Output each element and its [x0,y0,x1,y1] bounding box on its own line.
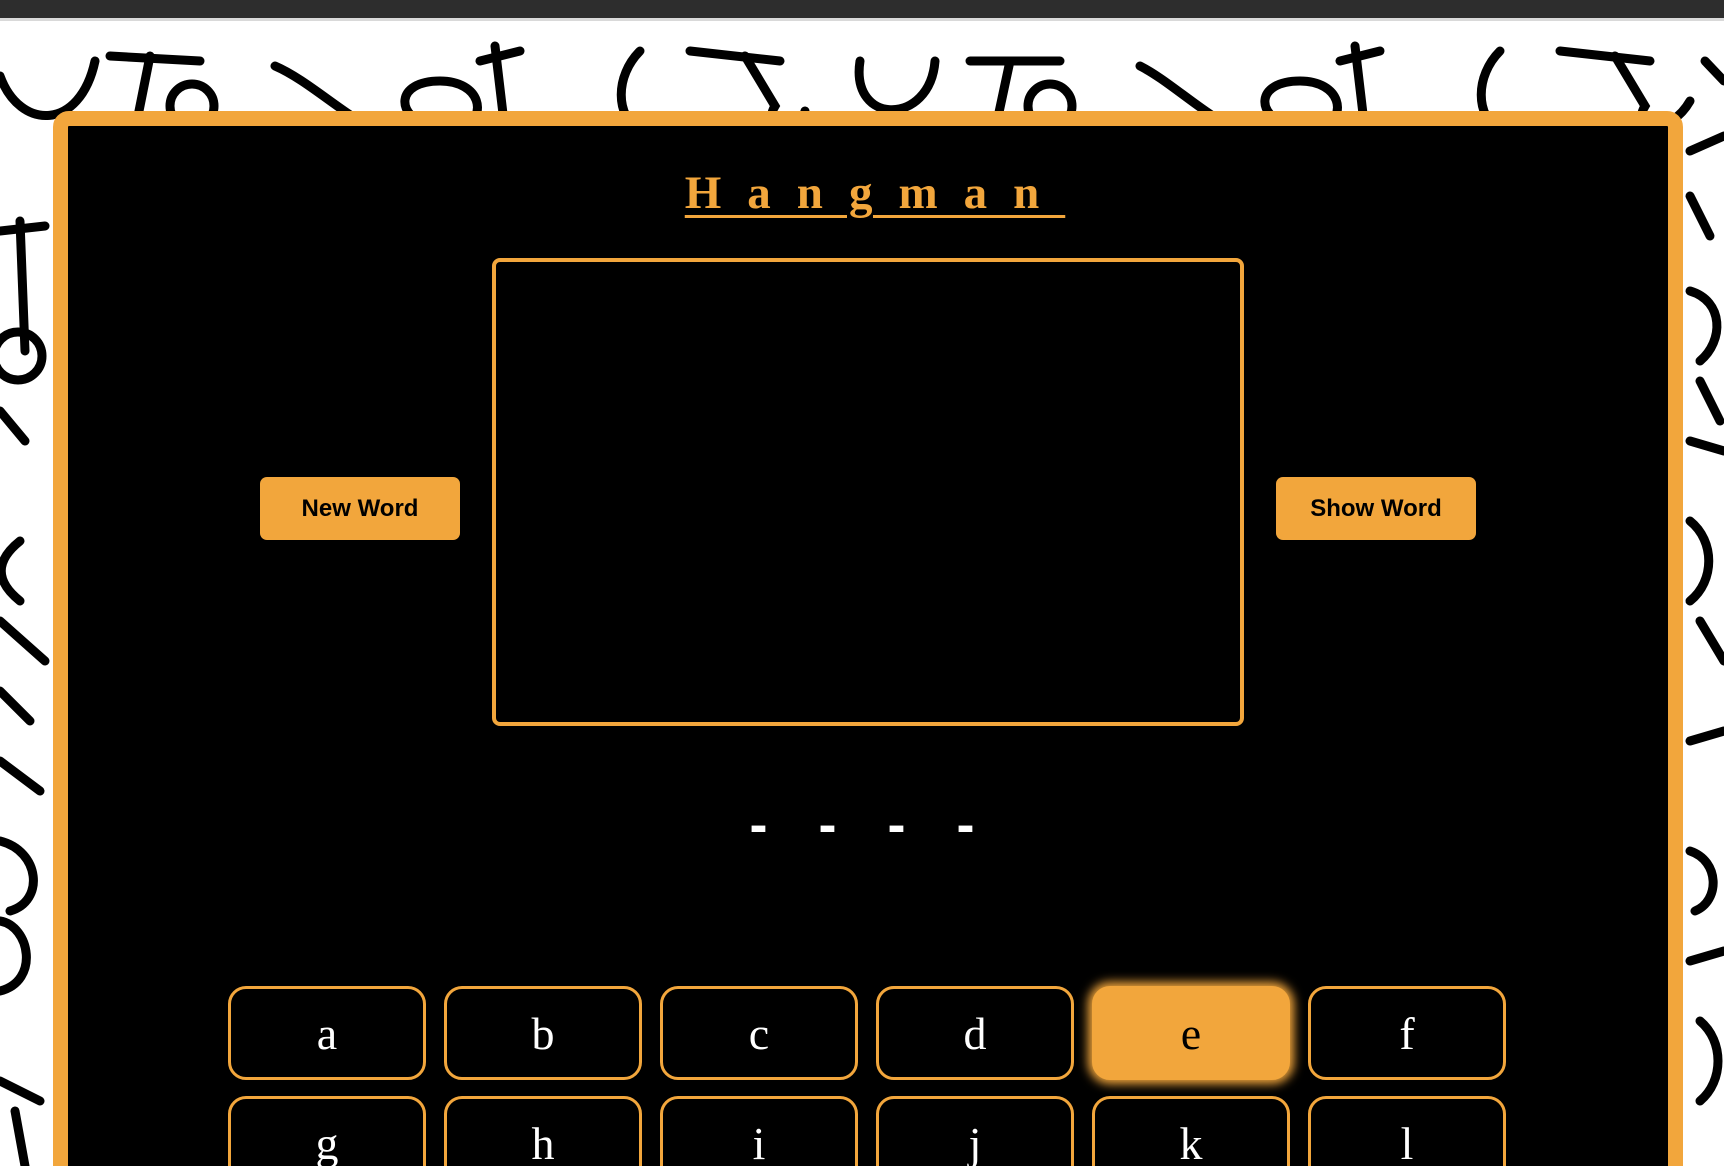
letter-key-e[interactable]: e [1092,986,1290,1080]
letter-key-f[interactable]: f [1308,986,1506,1080]
letter-key-l[interactable]: l [1308,1096,1506,1166]
browser-top-bar [0,0,1724,18]
letter-key-g[interactable]: g [228,1096,426,1166]
new-word-button[interactable]: New Word [260,477,460,540]
letter-key-d[interactable]: d [876,986,1074,1080]
word-blanks: - - - - [749,795,993,855]
letter-key-i[interactable]: i [660,1096,858,1166]
letter-keyboard: abcdef ghijkl [228,986,1508,1166]
hangman-drawing-area [492,258,1244,726]
letter-key-h[interactable]: h [444,1096,642,1166]
letter-key-c[interactable]: c [660,986,858,1080]
letter-key-j[interactable]: j [876,1096,1074,1166]
letter-key-a[interactable]: a [228,986,426,1080]
show-word-button[interactable]: Show Word [1276,477,1476,540]
page-title: Hangman [684,167,1066,219]
letter-key-b[interactable]: b [444,986,642,1080]
letter-key-k[interactable]: k [1092,1096,1290,1166]
